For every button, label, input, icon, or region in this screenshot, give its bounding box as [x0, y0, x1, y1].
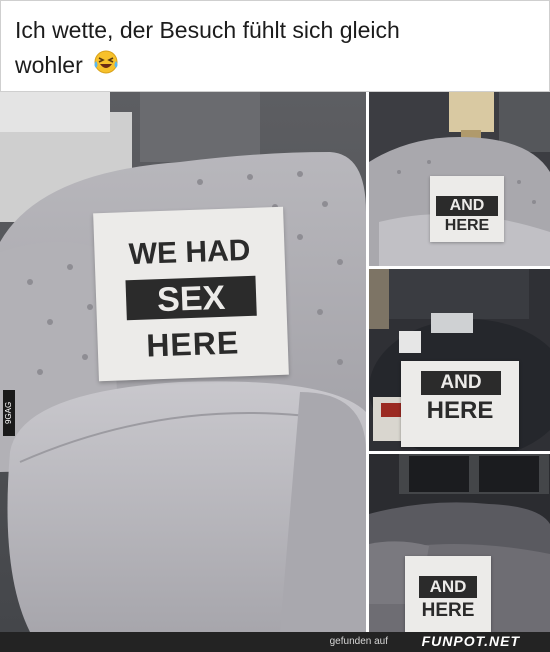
- side-pillow-3-line-1: AND: [429, 577, 467, 596]
- caption-line-1: Ich wette, der Besuch fühlt sich gleich: [15, 17, 400, 43]
- side-photo-1: AND HERE: [369, 92, 550, 266]
- side-pillow-1-line-1: AND: [449, 197, 485, 214]
- laughing-crying-emoji-icon: [93, 49, 119, 85]
- pillow-text-line-2: SEX: [156, 278, 226, 320]
- watermark: 9GAG: [3, 390, 15, 436]
- side-pillow-1-line-2: HERE: [444, 217, 490, 234]
- side-pillow-1: AND HERE: [430, 176, 504, 242]
- footer-bar: gefunden auf FUNPOT.NET: [0, 632, 550, 652]
- side-photo-3: AND HERE: [369, 454, 550, 632]
- side-pillow-2-line-2: HERE: [426, 397, 494, 424]
- footer-brand-logo[interactable]: FUNPOT.NET: [422, 633, 520, 649]
- pillow-text-box: SEX: [125, 275, 257, 321]
- side-photo-2: AND HERE: [369, 269, 550, 451]
- caption-bar: Ich wette, der Besuch fühlt sich gleich …: [0, 0, 550, 92]
- caption-text: Ich wette, der Besuch fühlt sich gleich …: [15, 13, 535, 85]
- side-pillow-2: AND HERE: [401, 361, 519, 447]
- main-pillow: WE HAD SEX HERE: [93, 206, 289, 382]
- side-pillow-3-line-2: HERE: [421, 600, 475, 621]
- pillow-text-line-1: WE HAD: [128, 233, 251, 272]
- side-pillow-2-line-1: AND: [440, 372, 482, 393]
- side-pillow-3-box: AND: [419, 576, 477, 598]
- side-pillow-2-box: AND: [421, 371, 501, 395]
- side-pillow-1-box: AND: [436, 196, 498, 216]
- side-pillow-3: AND HERE: [405, 556, 491, 632]
- main-photo: WE HAD SEX HERE 9GAG: [0, 92, 366, 632]
- caption-line-2: wohler: [15, 52, 83, 78]
- footer-prefix: gefunden auf: [329, 636, 388, 647]
- pillow-text-line-3: HERE: [145, 324, 240, 364]
